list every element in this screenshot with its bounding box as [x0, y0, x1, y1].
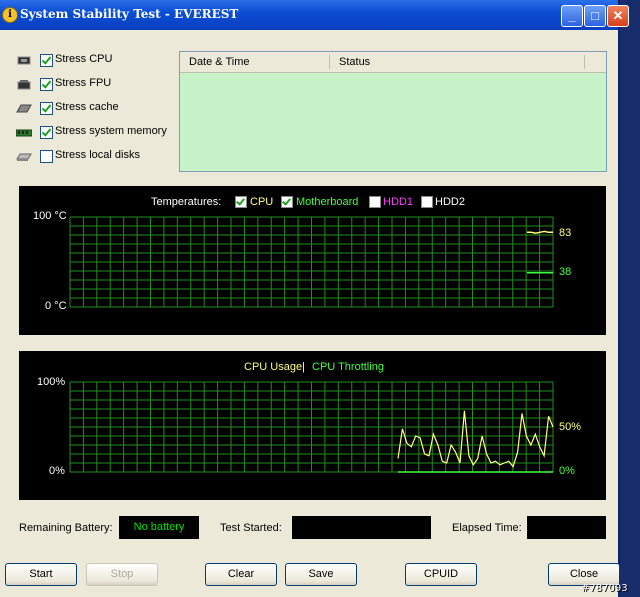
elapsed-time-label: Elapsed Time:	[452, 522, 522, 534]
cpu-usage-series-line	[397, 410, 554, 468]
cpuid-button[interactable]: CPUID	[405, 563, 477, 586]
col-header-status[interactable]: Status	[339, 56, 370, 68]
col-header-date[interactable]: Date & Time	[189, 56, 250, 68]
motherboard-temp-current-value: 38	[559, 266, 572, 278]
clear-button[interactable]: Clear	[205, 563, 277, 586]
minimize-button[interactable]: _	[561, 5, 583, 27]
everest-app-icon: i	[2, 7, 18, 23]
column-divider[interactable]	[329, 55, 330, 69]
stress-fpu-checkbox[interactable]	[40, 78, 53, 91]
cpu-temp-current-value: 83	[559, 227, 572, 239]
image-watermark: #787093	[581, 583, 628, 594]
stop-button[interactable]: Stop	[86, 563, 158, 586]
column-divider[interactable]	[584, 55, 585, 69]
save-button[interactable]: Save	[285, 563, 357, 586]
temp-series-line-cpu	[527, 230, 553, 234]
temperature-chart: Temperatures: CPU Motherboard HDD1 HDD2 …	[19, 186, 606, 335]
close-icon: ✕	[612, 8, 624, 23]
chart-grid	[69, 381, 554, 473]
stability-test-window: i System Stability Test - EVEREST _ □ ✕ …	[0, 0, 629, 597]
stress-memory-checkbox[interactable]	[40, 126, 53, 139]
stress-disks-option[interactable]: Stress local disks	[16, 148, 176, 168]
cache-chip-icon	[16, 104, 32, 113]
chart-grid	[69, 216, 554, 308]
stress-cache-checkbox[interactable]	[40, 102, 53, 115]
window-title: System Stability Test - EVEREST	[20, 7, 239, 21]
stress-fpu-label: Stress FPU	[55, 77, 112, 89]
stress-cpu-option[interactable]: Stress CPU	[16, 52, 176, 72]
stress-cache-option[interactable]: Stress cache	[16, 100, 176, 120]
stress-cpu-checkbox[interactable]	[40, 54, 53, 67]
cpu-usage-chart: CPU Usage | CPU Throttling 100% 0% 50% 0…	[19, 351, 606, 500]
stress-cpu-label: Stress CPU	[55, 53, 113, 65]
battery-value: No battery	[119, 516, 199, 539]
test-started-value	[292, 516, 431, 539]
start-button[interactable]: Start	[5, 563, 77, 586]
cpu-usage-current-value: 50%	[559, 421, 582, 433]
close-window-button[interactable]: ✕	[607, 5, 629, 27]
stress-cache-label: Stress cache	[55, 101, 119, 113]
stress-memory-label: Stress system memory	[55, 125, 167, 137]
cpu-chip-icon	[17, 56, 31, 65]
temperature-plot	[69, 216, 554, 308]
minimize-icon: _	[568, 8, 576, 23]
stress-disks-label: Stress local disks	[55, 149, 140, 161]
stress-fpu-option[interactable]: Stress FPU	[16, 76, 176, 96]
elapsed-time-value	[527, 516, 606, 539]
fpu-chip-icon	[17, 80, 31, 90]
cpu-throttling-current-value: 0%	[559, 465, 575, 477]
maximize-icon: □	[591, 8, 599, 23]
status-log-table[interactable]: Date & Time Status	[179, 51, 607, 172]
memory-module-icon	[16, 129, 32, 137]
stress-disks-checkbox[interactable]	[40, 150, 53, 163]
test-started-label: Test Started:	[220, 522, 282, 534]
cpu-usage-plot	[69, 381, 554, 473]
title-bar[interactable]: i System Stability Test - EVEREST _ □ ✕	[0, 0, 629, 30]
hard-disk-icon	[16, 153, 32, 161]
maximize-button[interactable]: □	[584, 5, 606, 27]
battery-label: Remaining Battery:	[19, 522, 113, 534]
stress-memory-option[interactable]: Stress system memory	[16, 124, 176, 144]
status-table-header: Date & Time Status	[180, 52, 606, 73]
